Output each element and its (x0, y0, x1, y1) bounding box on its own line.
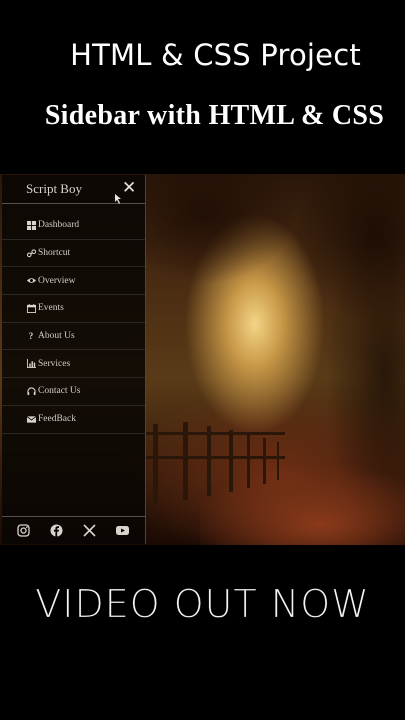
close-icon[interactable]: ✕ (122, 178, 138, 198)
wooden-fence (145, 422, 285, 504)
sidebar-item-label: Overview (38, 275, 76, 286)
sidebar-item-label: Contact Us (38, 386, 81, 397)
headset-icon (26, 386, 36, 396)
sidebar-item-label: Shortcut (38, 248, 71, 259)
bar-chart-icon (26, 359, 36, 369)
sidebar-item-overview[interactable]: Overview (2, 267, 145, 296)
sidebar-item-label: About Us (38, 331, 75, 342)
sidebar-item-contact-us[interactable]: Contact Us (2, 378, 145, 406)
x-icon[interactable] (83, 524, 96, 537)
calendar-icon (26, 303, 36, 313)
sidebar-item-feedback[interactable]: FeedBack (2, 406, 145, 434)
sidebar-brand[interactable]: Script Boy (26, 181, 82, 197)
social-links (2, 516, 146, 544)
sidebar-item-about-us[interactable]: ? About Us (2, 323, 145, 351)
sidebar-item-label: Services (38, 358, 71, 369)
instagram-icon[interactable] (17, 524, 30, 537)
question-icon: ? (28, 331, 34, 342)
video-out-now-caption: VIDEO OUT NOW (35, 582, 370, 626)
sidebar-menu: Dashboard Shortcut Overview Events ? Abo… (2, 212, 145, 434)
eye-icon (26, 276, 36, 286)
mouse-cursor-icon (115, 194, 121, 204)
sidebar-item-label: Dashboard (38, 220, 80, 231)
sidebar-item-services[interactable]: Services (2, 350, 145, 379)
sidebar-item-shortcut[interactable]: Shortcut (2, 240, 145, 268)
windows-icon (26, 220, 36, 230)
sidebar-item-label: FeedBack (38, 414, 76, 425)
sidebar-item-dashboard[interactable]: Dashboard (2, 212, 145, 240)
link-icon (26, 248, 36, 258)
envelope-icon (26, 414, 36, 424)
facebook-icon[interactable] (50, 524, 63, 537)
sidebar-header: Script Boy ✕ (2, 175, 145, 204)
sidebar: Script Boy ✕ Dashboard Shortcut Overview (2, 175, 146, 544)
video-title: HTML & CSS Project (70, 38, 361, 72)
video-subtitle: Sidebar with HTML & CSS (44, 100, 385, 131)
sidebar-item-label: Events (38, 303, 64, 314)
sidebar-item-events[interactable]: Events (2, 295, 145, 323)
youtube-icon[interactable] (116, 524, 129, 537)
